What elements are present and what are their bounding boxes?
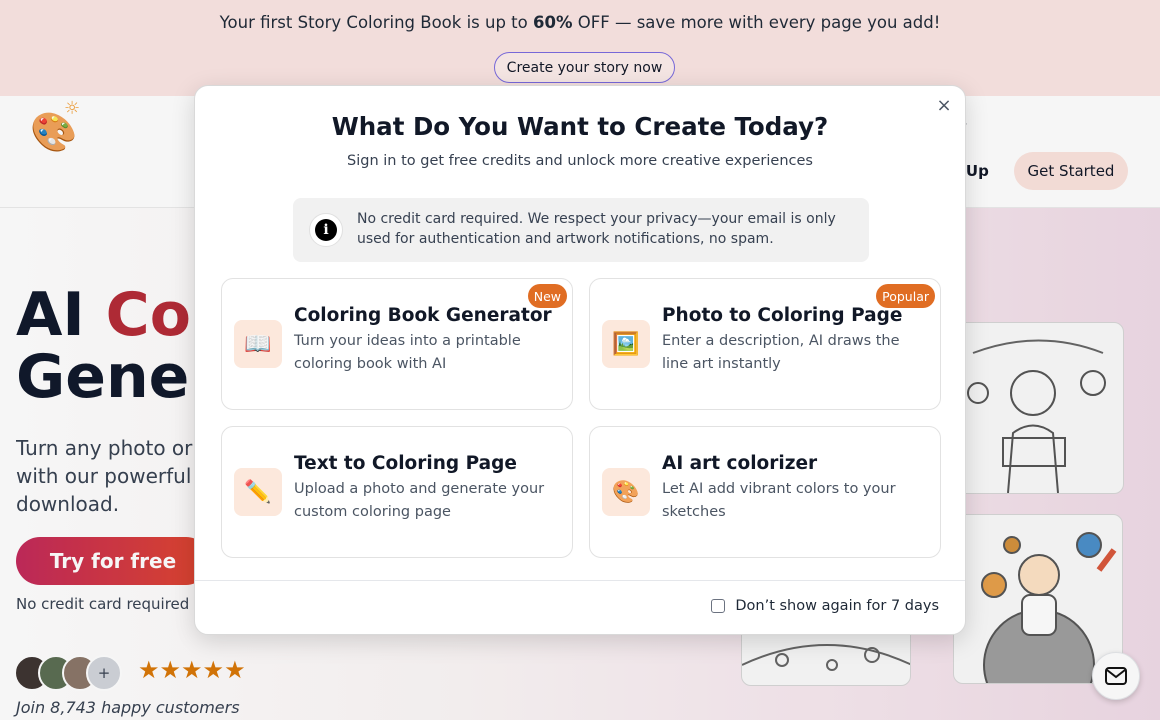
option-title: Photo to Coloring Page (662, 305, 903, 326)
picture-icon: 🖼️ (602, 320, 650, 368)
privacy-notice: i No credit card required. We respect yo… (293, 198, 869, 262)
dont-show-label: Don’t show again for 7 days (735, 598, 939, 614)
popular-badge: Popular (876, 284, 935, 308)
option-photo-to-coloring-page[interactable]: 🖼️ Photo to Coloring Page Enter a descri… (589, 278, 941, 410)
book-icon: 📖 (234, 320, 282, 368)
option-title: Coloring Book Generator (294, 305, 552, 326)
dont-show-again-option[interactable]: Don’t show again for 7 days (711, 598, 939, 614)
info-icon: i (309, 213, 343, 247)
option-description: Let AI add vibrant colors to your sketch… (662, 481, 896, 520)
palette-icon: 🎨 (602, 468, 650, 516)
option-description: Upload a photo and generate your custom … (294, 481, 545, 520)
option-title: Text to Coloring Page (294, 453, 517, 474)
dont-show-checkbox[interactable] (711, 599, 726, 613)
option-ai-art-colorizer[interactable]: 🎨 AI art colorizer Let AI add vibrant co… (589, 426, 941, 558)
create-dialog: × What Do You Want to Create Today? Sign… (194, 85, 966, 635)
option-description: Turn your ideas into a printable colorin… (294, 333, 521, 372)
privacy-notice-text: No credit card required. We respect your… (357, 211, 836, 247)
new-badge: New (527, 284, 567, 308)
option-description: Enter a description, AI draws the line a… (662, 333, 900, 372)
option-title: AI art colorizer (662, 453, 818, 474)
dialog-divider (195, 580, 965, 581)
option-text-to-coloring-page[interactable]: ✏️ Text to Coloring Page Upload a photo … (221, 426, 573, 558)
pencil-icon: ✏️ (234, 468, 282, 516)
dialog-title: What Do You Want to Create Today? (331, 112, 829, 141)
dialog-subtitle: Sign in to get free credits and unlock m… (347, 153, 813, 169)
option-coloring-book-generator[interactable]: 📖 Coloring Book Generator Turn your idea… (221, 278, 573, 410)
